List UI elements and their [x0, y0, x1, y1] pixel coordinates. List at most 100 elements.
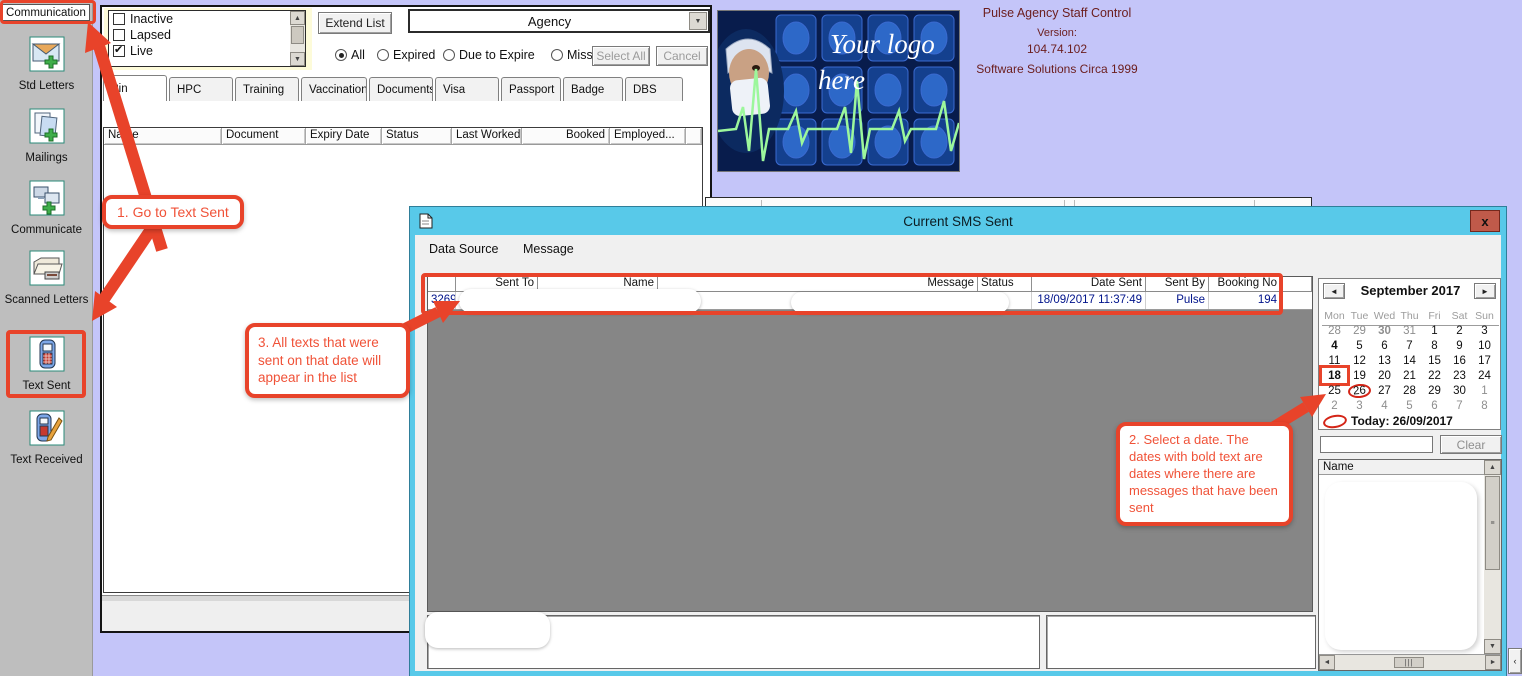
radio-all[interactable]: All [335, 48, 365, 62]
checkbox-live[interactable] [113, 45, 125, 57]
tab-training[interactable]: Training [235, 77, 299, 101]
calendar-day-cell[interactable]: 1 [1472, 383, 1497, 398]
radio-expired[interactable]: Expired [377, 48, 435, 62]
tab-pin[interactable]: Pin [103, 75, 167, 101]
listbox-scrollbar[interactable]: ▲ ▼ [290, 11, 305, 66]
calendar-day-cell[interactable]: 30 [1372, 323, 1397, 338]
calendar-day-cell[interactable]: 26 [1347, 383, 1372, 398]
scroll-right-icon[interactable]: ► [1485, 655, 1501, 670]
calendar-day-cell[interactable]: 2 [1447, 323, 1472, 338]
name-list-header[interactable]: Name [1319, 460, 1484, 475]
checkbox-lapsed[interactable] [113, 29, 125, 41]
tab-visa[interactable]: Visa [435, 77, 499, 101]
checkbox-inactive[interactable] [113, 13, 125, 25]
status-filter-live[interactable]: Live [109, 43, 305, 59]
column-header-booked[interactable]: Booked [522, 128, 610, 144]
calendar-day-cell[interactable]: 9 [1447, 338, 1472, 353]
calendar-day-cell[interactable]: 30 [1447, 383, 1472, 398]
calendar-day-cell[interactable]: 19 [1347, 368, 1372, 383]
calendar-day-cell[interactable]: 22 [1422, 368, 1447, 383]
calendar-day-cell[interactable]: 5 [1347, 338, 1372, 353]
calendar-day-cell[interactable]: 1 [1422, 323, 1447, 338]
calendar-day-cell[interactable]: 7 [1447, 398, 1472, 413]
column-header-status[interactable]: Status [382, 128, 452, 144]
name-filter-input[interactable] [1320, 436, 1433, 453]
column-header-employed[interactable]: Employed... [610, 128, 686, 144]
scrollbar-grip[interactable]: ||| [1394, 657, 1424, 668]
calendar-day-cell[interactable]: 8 [1472, 398, 1497, 413]
name-list-hscrollbar[interactable]: ◄ ||| ► [1319, 654, 1501, 670]
calendar-day-cell[interactable]: 25 [1322, 383, 1347, 398]
calendar-day-cell[interactable]: 28 [1397, 383, 1422, 398]
tab-dbs[interactable]: DBS [625, 77, 683, 101]
radio-button-icon[interactable] [335, 49, 347, 61]
scroll-left-icon[interactable]: ◄ [1319, 655, 1335, 670]
calendar-day-cell[interactable]: 15 [1422, 353, 1447, 368]
radio-button-icon[interactable] [551, 49, 563, 61]
sidebar-item-std-letters[interactable]: Std Letters [0, 36, 93, 93]
cancel-button[interactable]: Cancel [656, 46, 708, 66]
calendar-day-cell[interactable]: 20 [1372, 368, 1397, 383]
scroll-down-icon[interactable]: ▼ [1484, 639, 1501, 654]
scroll-up-icon[interactable]: ▲ [290, 11, 305, 25]
calendar-day-cell[interactable]: 31 [1397, 323, 1422, 338]
radio-button-icon[interactable] [443, 49, 455, 61]
tab-hpc[interactable]: HPC [169, 77, 233, 101]
calendar-day-cell[interactable]: 16 [1447, 353, 1472, 368]
calendar-day-cell[interactable]: 28 [1322, 323, 1347, 338]
calendar-day-cell[interactable]: 7 [1397, 338, 1422, 353]
name-list-vscrollbar[interactable]: ▲ ≡ ▼ [1484, 460, 1501, 654]
calendar-day-cell[interactable]: 14 [1397, 353, 1422, 368]
agency-dropdown[interactable]: Agency ▼ [408, 9, 710, 33]
radio-button-icon[interactable] [377, 49, 389, 61]
column-header-document[interactable]: Document [222, 128, 306, 144]
calendar-day-cell[interactable]: 4 [1322, 338, 1347, 353]
calendar-day-cell[interactable]: 13 [1372, 353, 1397, 368]
tab-badge[interactable]: Badge [563, 77, 623, 101]
calendar-day-cell[interactable]: 8 [1422, 338, 1447, 353]
calendar-day-cell[interactable]: 5 [1397, 398, 1422, 413]
close-icon[interactable]: x [1470, 210, 1500, 232]
calendar-day-cell[interactable]: 10 [1472, 338, 1497, 353]
calendar-day-cell[interactable]: 17 [1472, 353, 1497, 368]
calendar-day-cell[interactable]: 2 [1322, 398, 1347, 413]
radio-due-to-expire[interactable]: Due to Expire [443, 48, 535, 62]
sidebar-item-text-received[interactable]: Text Received [0, 410, 93, 467]
scroll-up-icon[interactable]: ▲ [1484, 460, 1501, 475]
calendar-day-cell[interactable]: 18 [1322, 368, 1347, 383]
tab-passport[interactable]: Passport [501, 77, 561, 101]
sidebar-item-scanned-letters[interactable]: Scanned Letters [0, 250, 93, 307]
calendar-day-cell[interactable]: 11 [1322, 353, 1347, 368]
menu-message[interactable]: Message [523, 242, 574, 256]
column-header-last-worked[interactable]: Last Worked [452, 128, 522, 144]
select-all-button[interactable]: Select All [592, 46, 650, 66]
column-header-expiry-date[interactable]: Expiry Date [306, 128, 382, 144]
scrollbar-thumb[interactable] [291, 26, 304, 44]
status-filter-inactive[interactable]: Inactive [109, 11, 305, 27]
status-filter-lapsed[interactable]: Lapsed [109, 27, 305, 43]
calendar-today-label[interactable]: Today: 26/09/2017 [1351, 414, 1453, 428]
calendar-day-cell[interactable]: 29 [1422, 383, 1447, 398]
sidebar-item-mailings[interactable]: Mailings [0, 108, 93, 165]
calendar-day-cell[interactable]: 12 [1347, 353, 1372, 368]
clear-button[interactable]: Clear [1440, 435, 1502, 454]
column-header-name[interactable]: Name [104, 128, 222, 144]
calendar-day-cell[interactable]: 6 [1372, 338, 1397, 353]
calendar-day-cell[interactable]: 4 [1372, 398, 1397, 413]
tab-documents[interactable]: Documents [369, 77, 433, 101]
calendar-day-cell[interactable]: 3 [1347, 398, 1372, 413]
calendar-day-cell[interactable]: 24 [1472, 368, 1497, 383]
dialog-titlebar[interactable]: Current SMS Sent x [410, 207, 1506, 235]
calendar-day-cell[interactable]: 6 [1422, 398, 1447, 413]
tab-vaccination[interactable]: Vaccination [301, 77, 367, 101]
calendar-day-cell[interactable]: 29 [1347, 323, 1372, 338]
calendar-day-cell[interactable]: 3 [1472, 323, 1497, 338]
calendar-day-cell[interactable]: 23 [1447, 368, 1472, 383]
calendar-day-cell[interactable]: 21 [1397, 368, 1422, 383]
sidebar-item-communicate[interactable]: Communicate [0, 180, 93, 237]
scroll-down-icon[interactable]: ▼ [290, 52, 305, 66]
calendar-next-icon[interactable]: ► [1474, 283, 1496, 299]
calendar-day-cell[interactable]: 27 [1372, 383, 1397, 398]
scrollbar-thumb[interactable]: ≡ [1485, 476, 1500, 570]
chevron-down-icon[interactable]: ▼ [689, 12, 707, 30]
